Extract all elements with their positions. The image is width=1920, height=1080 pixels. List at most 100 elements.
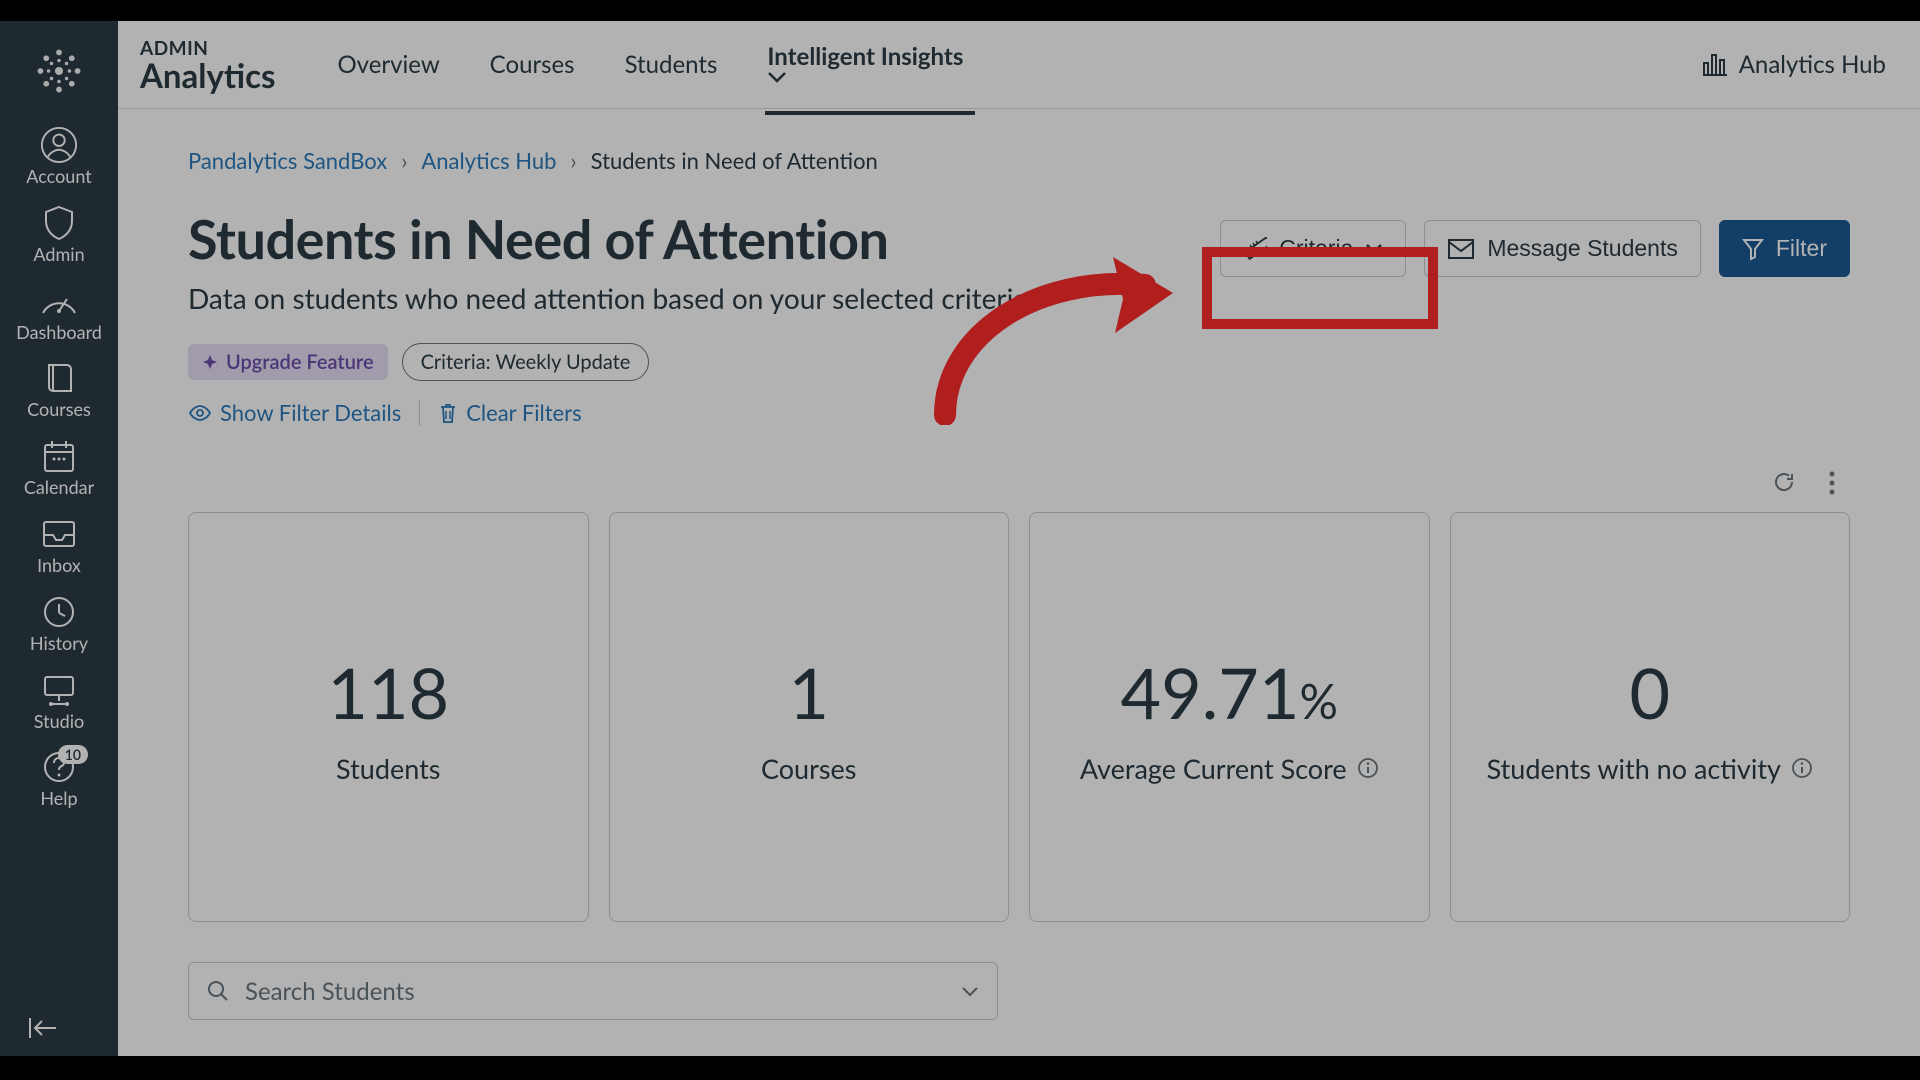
nav-history[interactable]: History — [0, 586, 118, 664]
help-badge: 10 — [58, 745, 88, 764]
search-placeholder: Search Students — [245, 977, 415, 1006]
content: Pandalytics SandBox › Analytics Hub › St… — [118, 109, 1920, 1056]
crumb-link[interactable]: Analytics Hub — [421, 147, 556, 174]
filter-link-row: Show Filter Details Clear Filters — [188, 399, 1850, 426]
criteria-button[interactable]: Criteria — [1220, 220, 1406, 277]
nav-label: Account — [26, 167, 91, 187]
sparkle-icon — [202, 354, 218, 370]
nav-help[interactable]: 10 Help — [0, 741, 118, 819]
metric-label: Students — [336, 752, 440, 785]
clear-label: Clear Filters — [466, 399, 581, 426]
tab-intelligent-insights[interactable]: Intelligent Insights — [765, 14, 975, 115]
refresh-button[interactable] — [1772, 470, 1796, 496]
nav-calendar[interactable]: Calendar — [0, 430, 118, 508]
criteria-chip[interactable]: Criteria: Weekly Update — [402, 343, 650, 381]
envelope-icon — [1447, 238, 1475, 260]
chevron-down-icon — [961, 986, 979, 997]
metric-value: 118 — [327, 650, 449, 734]
trash-icon — [438, 402, 458, 424]
nav-label: Studio — [34, 712, 84, 732]
collapse-icon — [26, 1014, 60, 1042]
chevron-right-icon: › — [401, 147, 407, 174]
metric-card-students: 118 Students — [188, 512, 589, 922]
nav-label: Dashboard — [16, 323, 102, 343]
analytics-hub-link[interactable]: Analytics Hub — [1701, 50, 1886, 79]
crumb-current: Students in Need of Attention — [591, 147, 878, 174]
metric-value: 1 — [788, 650, 829, 734]
tab-list: Overview Courses Students Intelligent In… — [336, 14, 976, 115]
main-area: ADMIN Analytics Overview Courses Student… — [118, 21, 1920, 1056]
nav-label: Calendar — [24, 478, 94, 498]
eye-icon — [188, 404, 212, 422]
tab-students[interactable]: Students — [623, 22, 720, 107]
ruler-icon — [1243, 237, 1267, 261]
breadcrumb: Pandalytics SandBox › Analytics Hub › St… — [188, 147, 1850, 174]
refresh-icon — [1772, 470, 1796, 494]
upgrade-label: Upgrade Feature — [226, 350, 374, 374]
gauge-icon — [39, 283, 79, 319]
clear-filters[interactable]: Clear Filters — [438, 399, 581, 426]
book-icon — [43, 360, 75, 396]
bar-chart-icon — [1701, 53, 1727, 77]
message-students-button[interactable]: Message Students — [1424, 220, 1701, 277]
metric-label: Average Current Score — [1080, 752, 1379, 785]
chevron-down-icon — [1365, 243, 1383, 254]
filter-button[interactable]: Filter — [1719, 220, 1850, 277]
metric-value: 49.71% — [1121, 650, 1338, 734]
chevron-right-icon: › — [570, 147, 576, 174]
app-logo[interactable] — [29, 41, 89, 101]
tab-label: Intelligent Insights — [767, 42, 963, 71]
calendar-icon — [42, 438, 76, 474]
user-circle-icon — [40, 127, 78, 163]
nav-label: Inbox — [37, 556, 81, 576]
search-students[interactable]: Search Students — [188, 962, 998, 1020]
card-toolbar — [188, 470, 1850, 496]
page-subtitle: Data on students who need attention base… — [188, 281, 1220, 315]
kebab-icon — [1828, 470, 1836, 496]
global-nav: Account Admin Dashboard Courses Calendar — [0, 21, 118, 1056]
action-bar: Criteria Message Students — [1220, 220, 1850, 277]
nav-courses[interactable]: Courses — [0, 352, 118, 430]
page-title: Students in Need of Attention — [188, 206, 1220, 271]
filter-icon — [1742, 237, 1764, 261]
collapse-nav[interactable] — [0, 1000, 118, 1056]
tab-courses[interactable]: Courses — [488, 22, 577, 107]
nav-account[interactable]: Account — [0, 119, 118, 197]
nav-label: Admin — [33, 245, 84, 265]
top-bar: ADMIN Analytics Overview Courses Student… — [118, 21, 1920, 109]
shield-icon — [43, 205, 75, 241]
metric-value: 0 — [1629, 650, 1670, 734]
metric-label: Students with no activity — [1487, 752, 1813, 785]
brand: ADMIN Analytics — [140, 37, 276, 93]
tab-overview[interactable]: Overview — [336, 22, 442, 107]
message-label: Message Students — [1487, 235, 1678, 262]
metric-cards: 118 Students 1 Courses 49.71% Average Cu… — [188, 512, 1850, 922]
info-icon[interactable] — [1357, 757, 1379, 779]
chevron-down-icon — [767, 71, 973, 83]
inbox-icon — [41, 516, 77, 552]
metric-card-no-activity: 0 Students with no activity — [1450, 512, 1851, 922]
criteria-label: Criteria — [1279, 235, 1353, 262]
nav-inbox[interactable]: Inbox — [0, 508, 118, 586]
nav-admin[interactable]: Admin — [0, 197, 118, 275]
upgrade-feature-chip[interactable]: Upgrade Feature — [188, 344, 388, 380]
nav-label: Courses — [27, 400, 91, 420]
filter-label: Filter — [1776, 235, 1827, 262]
search-icon — [207, 980, 229, 1002]
crumb-link[interactable]: Pandalytics SandBox — [188, 147, 387, 174]
metric-label: Courses — [761, 752, 857, 785]
info-icon[interactable] — [1791, 757, 1813, 779]
nav-label: Help — [40, 789, 77, 809]
nav-dashboard[interactable]: Dashboard — [0, 275, 118, 353]
metric-card-avg-score: 49.71% Average Current Score — [1029, 512, 1430, 922]
clock-icon — [42, 594, 76, 630]
studio-icon — [40, 672, 78, 708]
metric-card-courses: 1 Courses — [609, 512, 1010, 922]
more-menu[interactable] — [1828, 470, 1836, 496]
show-label: Show Filter Details — [220, 399, 401, 426]
show-filter-details[interactable]: Show Filter Details — [188, 399, 401, 426]
nav-studio[interactable]: Studio — [0, 664, 118, 742]
brand-bottom: Analytics — [140, 60, 276, 93]
divider — [419, 400, 420, 426]
chip-row: Upgrade Feature Criteria: Weekly Update — [188, 343, 1850, 381]
